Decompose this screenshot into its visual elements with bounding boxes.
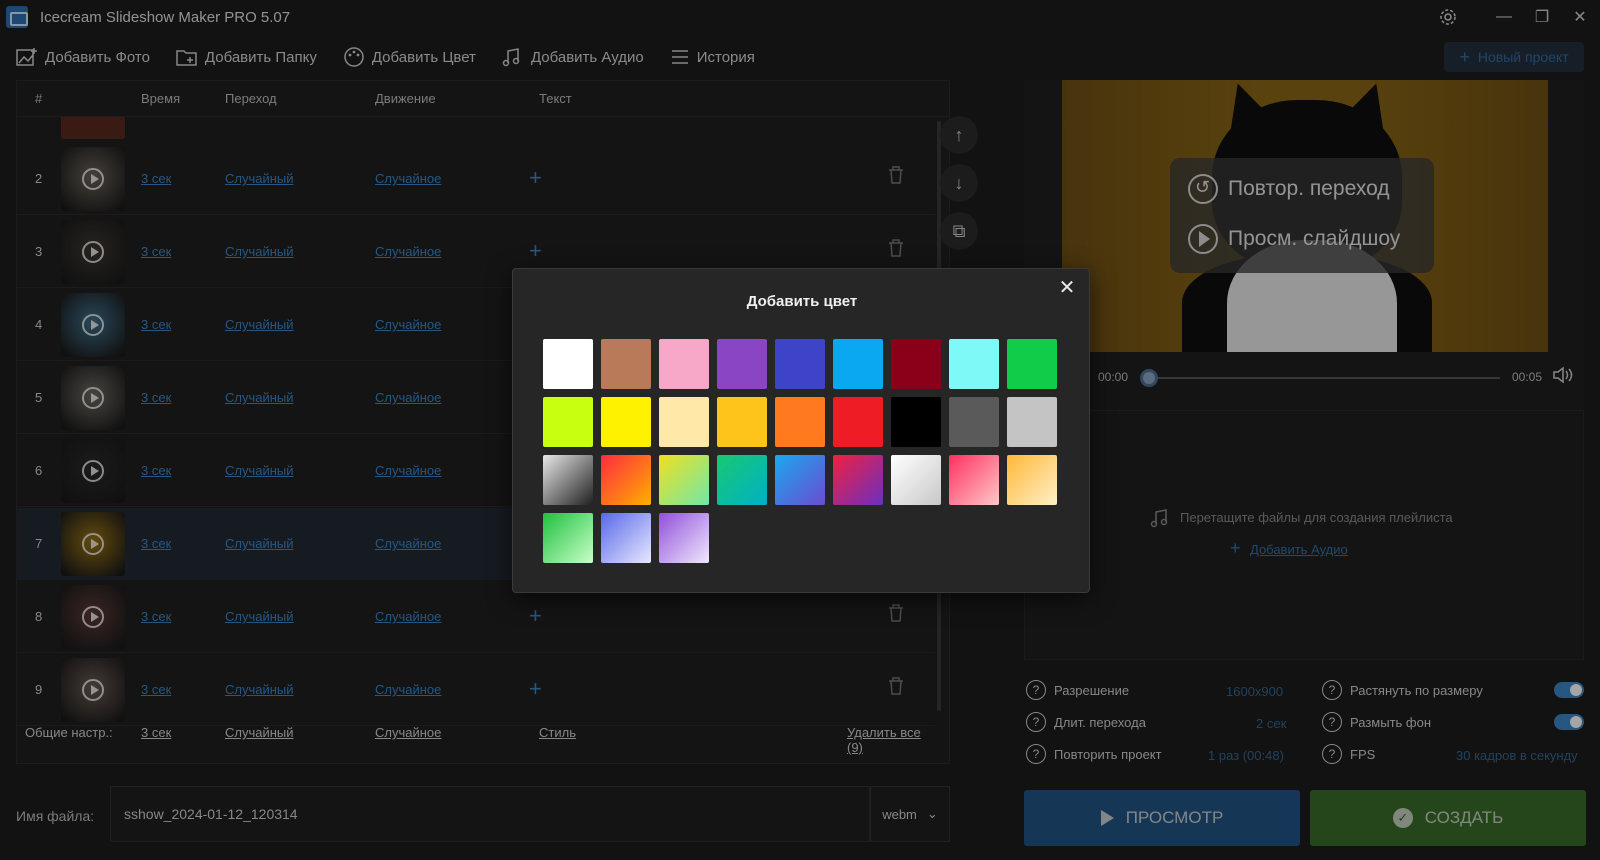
color-swatch[interactable] xyxy=(833,455,883,505)
color-swatch[interactable] xyxy=(717,455,767,505)
color-swatch[interactable] xyxy=(601,397,651,447)
color-swatch[interactable] xyxy=(659,455,709,505)
color-swatch[interactable] xyxy=(543,513,593,563)
color-swatch[interactable] xyxy=(891,339,941,389)
color-swatch[interactable] xyxy=(1007,339,1057,389)
color-swatch[interactable] xyxy=(949,339,999,389)
color-swatch[interactable] xyxy=(601,513,651,563)
color-swatch[interactable] xyxy=(717,397,767,447)
color-swatch-grid xyxy=(543,339,1063,563)
color-swatch[interactable] xyxy=(891,455,941,505)
color-swatch[interactable] xyxy=(949,397,999,447)
close-dialog-button[interactable]: ✕ xyxy=(1055,275,1079,299)
color-swatch[interactable] xyxy=(601,339,651,389)
close-icon: ✕ xyxy=(1058,276,1076,299)
color-swatch[interactable] xyxy=(543,339,593,389)
color-swatch[interactable] xyxy=(659,513,709,563)
color-swatch[interactable] xyxy=(775,455,825,505)
color-swatch[interactable] xyxy=(833,397,883,447)
color-swatch[interactable] xyxy=(1007,397,1057,447)
color-swatch[interactable] xyxy=(543,397,593,447)
color-swatch[interactable] xyxy=(891,397,941,447)
dialog-title: Добавить цвет xyxy=(746,293,858,310)
color-swatch[interactable] xyxy=(601,455,651,505)
add-color-dialog: Добавить цвет ✕ xyxy=(512,268,1090,593)
color-swatch[interactable] xyxy=(659,397,709,447)
color-swatch[interactable] xyxy=(717,339,767,389)
color-swatch[interactable] xyxy=(543,455,593,505)
color-swatch[interactable] xyxy=(775,339,825,389)
color-swatch[interactable] xyxy=(775,397,825,447)
color-swatch[interactable] xyxy=(949,455,999,505)
color-swatch[interactable] xyxy=(1007,455,1057,505)
color-swatch[interactable] xyxy=(833,339,883,389)
color-swatch[interactable] xyxy=(659,339,709,389)
